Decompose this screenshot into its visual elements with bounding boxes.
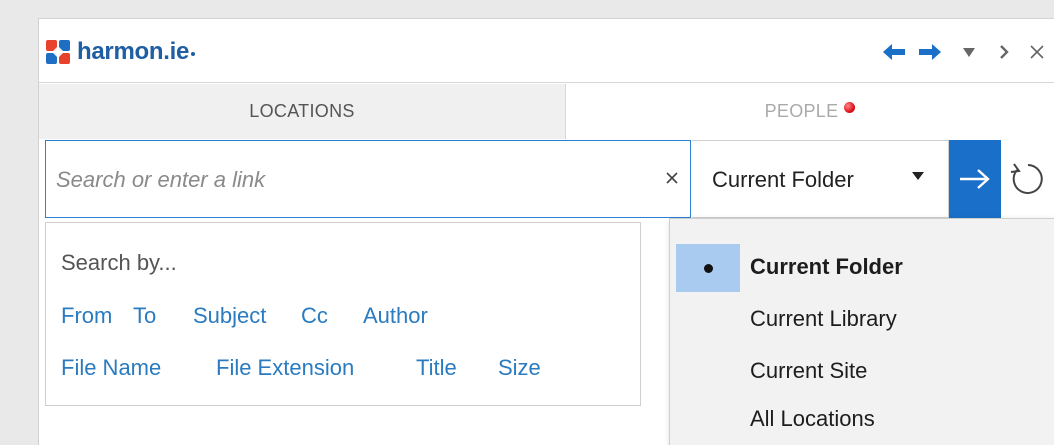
search-by-author[interactable]: Author bbox=[363, 303, 428, 329]
scope-selected-label: Current Folder bbox=[712, 167, 854, 192]
tab-locations-label: LOCATIONS bbox=[249, 101, 355, 121]
scope-option-label: Current Library bbox=[750, 306, 897, 331]
forward-arrow-icon[interactable] bbox=[910, 42, 950, 62]
tab-people-label: PEOPLE bbox=[764, 101, 839, 121]
chevron-right-icon[interactable] bbox=[988, 44, 1020, 60]
search-by-title: Search by... bbox=[61, 250, 177, 275]
header-bar: harmon.ie bbox=[39, 19, 1054, 83]
back-arrow-icon[interactable] bbox=[878, 42, 910, 62]
go-button[interactable] bbox=[949, 140, 1001, 218]
scope-option-current-folder[interactable]: Current Folder bbox=[670, 241, 1054, 293]
scope-option-current-site[interactable]: Current Site bbox=[670, 345, 1054, 397]
clear-search-icon[interactable] bbox=[664, 165, 680, 192]
tab-bar: LOCATIONS PEOPLE bbox=[39, 84, 1054, 139]
search-by-row-1: From To Subject Cc Author bbox=[61, 303, 428, 329]
search-by-file-extension[interactable]: File Extension bbox=[216, 355, 416, 381]
scope-dropdown-menu: Current Folder Current Library Current S… bbox=[669, 218, 1054, 445]
harmonie-panel: harmon.ie LOCATIONS PEOPLE Search or ent… bbox=[38, 18, 1054, 445]
search-by-to[interactable]: To bbox=[133, 303, 193, 329]
caret-down-icon bbox=[912, 172, 924, 180]
harmonie-logo: harmon.ie bbox=[45, 38, 195, 66]
search-by-cc[interactable]: Cc bbox=[301, 303, 363, 329]
header-controls bbox=[878, 39, 1054, 65]
refresh-icon bbox=[1010, 163, 1043, 194]
search-by-file-name[interactable]: File Name bbox=[61, 355, 216, 381]
close-icon[interactable] bbox=[1020, 44, 1054, 60]
notification-dot-icon bbox=[844, 102, 856, 113]
bullet-icon bbox=[703, 263, 713, 273]
scope-option-label: Current Folder bbox=[750, 254, 903, 279]
logo-dot bbox=[191, 51, 195, 56]
refresh-button[interactable] bbox=[1001, 140, 1054, 218]
search-by-size[interactable]: Size bbox=[498, 355, 541, 381]
selected-indicator bbox=[676, 244, 740, 292]
search-by-from[interactable]: From bbox=[61, 303, 133, 329]
search-placeholder: Search or enter a link bbox=[56, 167, 266, 192]
tab-locations[interactable]: LOCATIONS bbox=[39, 84, 566, 139]
harmonie-logo-icon bbox=[45, 39, 71, 65]
scope-option-current-library[interactable]: Current Library bbox=[670, 293, 1054, 345]
logo-text: harmon.ie bbox=[77, 38, 189, 65]
search-by-title-field[interactable]: Title bbox=[416, 355, 498, 381]
search-by-popup: Search by... From To Subject Cc Author F… bbox=[45, 222, 641, 406]
tab-people[interactable]: PEOPLE bbox=[566, 84, 1054, 139]
search-input[interactable]: Search or enter a link bbox=[45, 140, 691, 218]
arrow-right-icon bbox=[960, 169, 990, 189]
search-by-subject[interactable]: Subject bbox=[193, 303, 301, 329]
scope-option-label: Current Site bbox=[750, 358, 868, 383]
scope-option-label: All Locations bbox=[750, 406, 875, 431]
scope-option-all-locations[interactable]: All Locations bbox=[670, 393, 1054, 445]
menu-triangle-icon[interactable] bbox=[950, 46, 988, 58]
search-by-row-2: File Name File Extension Title Size bbox=[61, 355, 541, 381]
scope-dropdown[interactable]: Current Folder bbox=[692, 140, 949, 218]
